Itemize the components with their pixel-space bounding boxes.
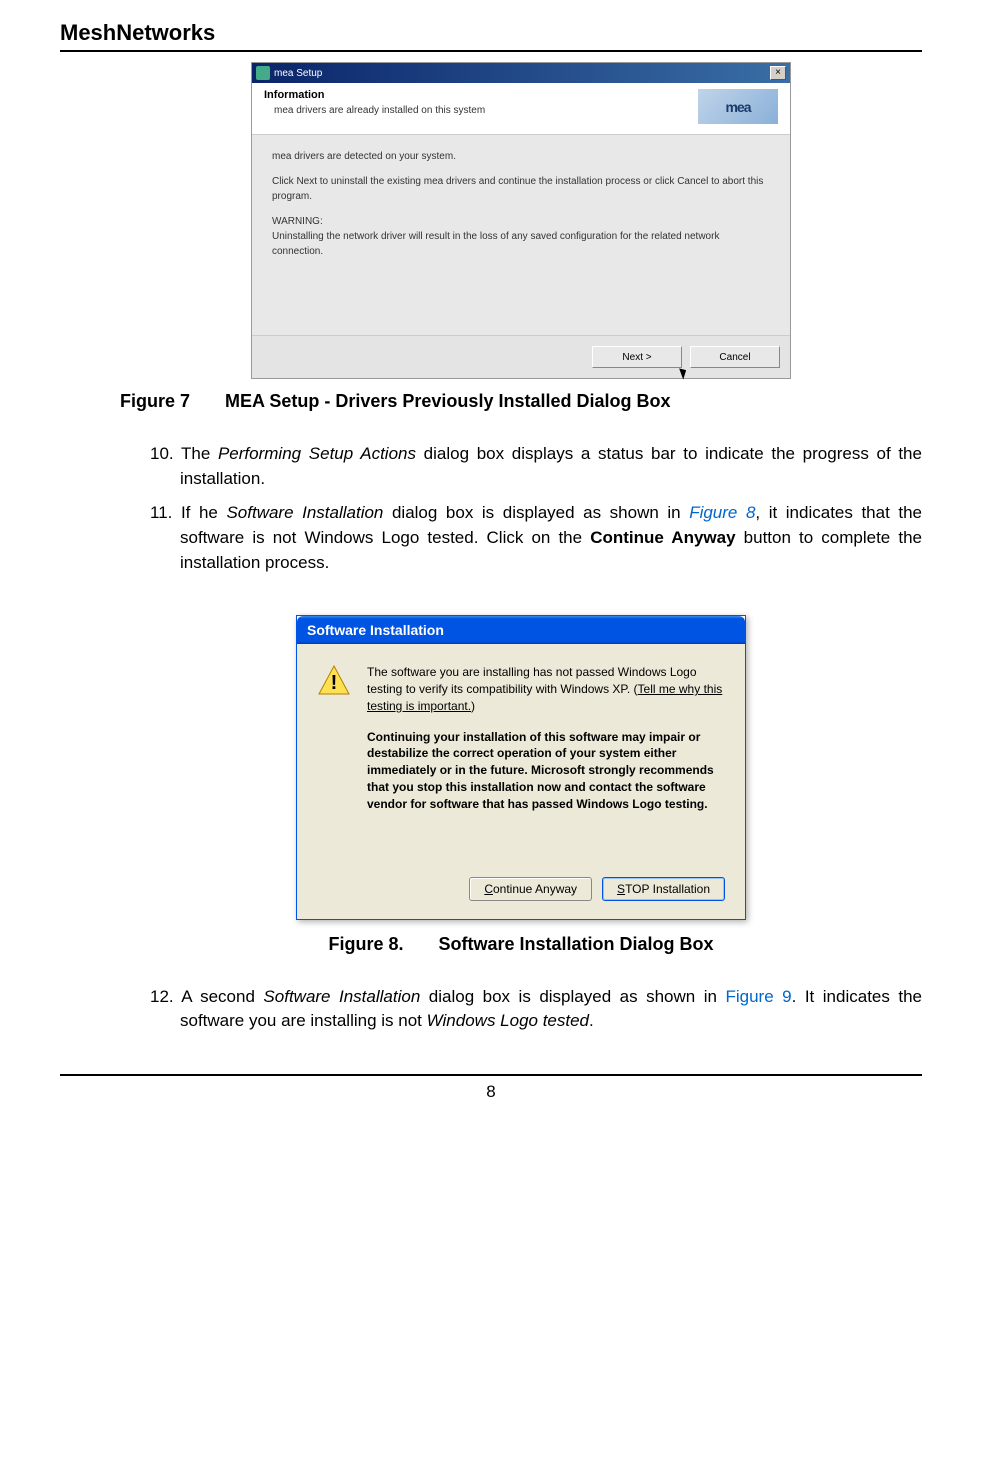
step-11: 11. If he Software Installation dialog b… xyxy=(180,501,922,575)
dialog2-titlebar: Software Installation xyxy=(297,616,745,644)
step12-post: . xyxy=(589,1011,594,1030)
close-icon[interactable]: × xyxy=(770,66,786,80)
dialog1-info-bar: Information mea drivers are already inst… xyxy=(252,83,790,135)
warning-label: WARNING: xyxy=(272,216,323,227)
step10-pre: The xyxy=(181,444,218,463)
figure8-link[interactable]: Figure 8 xyxy=(689,503,755,522)
figure7-label: Figure 7 xyxy=(120,391,190,411)
step11-mid1: dialog box is displayed as shown in xyxy=(383,503,689,522)
continue-rest: ontinue Anyway xyxy=(493,882,577,896)
step11-num: 11. xyxy=(150,503,181,522)
body-line2: Click Next to uninstall the existing mea… xyxy=(272,174,770,204)
stop-accel: S xyxy=(617,882,625,896)
page-footer: 8 xyxy=(60,1074,922,1102)
next-button[interactable]: Next > xyxy=(592,346,682,368)
body-line1: mea drivers are detected on your system. xyxy=(272,149,770,164)
app-icon xyxy=(256,66,270,80)
step11-pre: If he xyxy=(181,503,227,522)
content-area: mea Setup × Information mea drivers are … xyxy=(60,62,922,1034)
stop-rest: TOP Installation xyxy=(625,882,710,896)
step-10: 10. The Performing Setup Actions dialog … xyxy=(180,442,922,491)
warning-text: Uninstalling the network driver will res… xyxy=(272,231,719,257)
mea-setup-dialog: mea Setup × Information mea drivers are … xyxy=(251,62,791,379)
step11-italic1: Software Installation xyxy=(226,503,383,522)
mea-logo: mea xyxy=(698,89,778,124)
continue-accel: C xyxy=(484,882,493,896)
step12-italic1: Software Installation xyxy=(263,987,420,1006)
dialog2-para2: Continuing your installation of this sof… xyxy=(367,729,725,813)
info-text: mea drivers are already installed on thi… xyxy=(274,105,698,116)
dialog1-footer: Next > Cancel xyxy=(252,335,790,378)
dialog2-body: ! The software you are installing has no… xyxy=(297,644,745,918)
software-installation-dialog: Software Installation ! The software you… xyxy=(296,615,746,919)
page-number: 8 xyxy=(486,1082,495,1101)
step12-italic2: Windows Logo tested xyxy=(427,1011,589,1030)
dialog1-title: mea Setup xyxy=(274,68,322,79)
dialog2-para1: The software you are installing has not … xyxy=(367,664,725,714)
page-header: MeshNetworks xyxy=(60,20,922,52)
dialog2-footer: Continue Anyway STOP Installation xyxy=(317,877,725,901)
step12-pre: A second xyxy=(181,987,263,1006)
body-warning: WARNING: Uninstalling the network driver… xyxy=(272,214,770,259)
figure8-caption: Figure 8. Software Installation Dialog B… xyxy=(120,934,922,955)
figure7-text: MEA Setup - Drivers Previously Installed… xyxy=(225,391,670,411)
info-heading: Information xyxy=(264,89,698,101)
figure7-caption: Figure 7 MEA Setup - Drivers Previously … xyxy=(120,391,922,412)
dialog2-content: ! The software you are installing has no… xyxy=(317,664,725,826)
step-12: 12. A second Software Installation dialo… xyxy=(180,985,922,1034)
figure8-text: Software Installation Dialog Box xyxy=(438,934,713,954)
dialog1-titlebar: mea Setup × xyxy=(252,63,790,83)
d2-p1-post: ) xyxy=(471,699,475,713)
step12-num: 12. xyxy=(150,987,181,1006)
step10-italic: Performing Setup Actions xyxy=(218,444,416,463)
dialog2-text: The software you are installing has not … xyxy=(367,664,725,826)
cancel-button[interactable]: Cancel xyxy=(690,346,780,368)
dialog1-info-left: Information mea drivers are already inst… xyxy=(264,89,698,116)
figure9-link[interactable]: Figure 9 xyxy=(725,987,791,1006)
stop-installation-button[interactable]: STOP Installation xyxy=(602,877,725,901)
step10-num: 10. xyxy=(150,444,181,463)
dialog1-title-left: mea Setup xyxy=(256,66,322,80)
warning-icon: ! xyxy=(317,664,351,698)
continue-anyway-button[interactable]: Continue Anyway xyxy=(469,877,592,901)
figure8-label: Figure 8. xyxy=(328,934,403,954)
step11-bold: Continue Anyway xyxy=(590,528,735,547)
dialog1-body: mea drivers are detected on your system.… xyxy=(252,135,790,335)
step12-mid1: dialog box is displayed as shown in xyxy=(420,987,725,1006)
svg-text:!: ! xyxy=(331,672,338,694)
dialog2-wrapper: Software Installation ! The software you… xyxy=(120,615,922,919)
dialog1-wrapper: mea Setup × Information mea drivers are … xyxy=(120,62,922,379)
